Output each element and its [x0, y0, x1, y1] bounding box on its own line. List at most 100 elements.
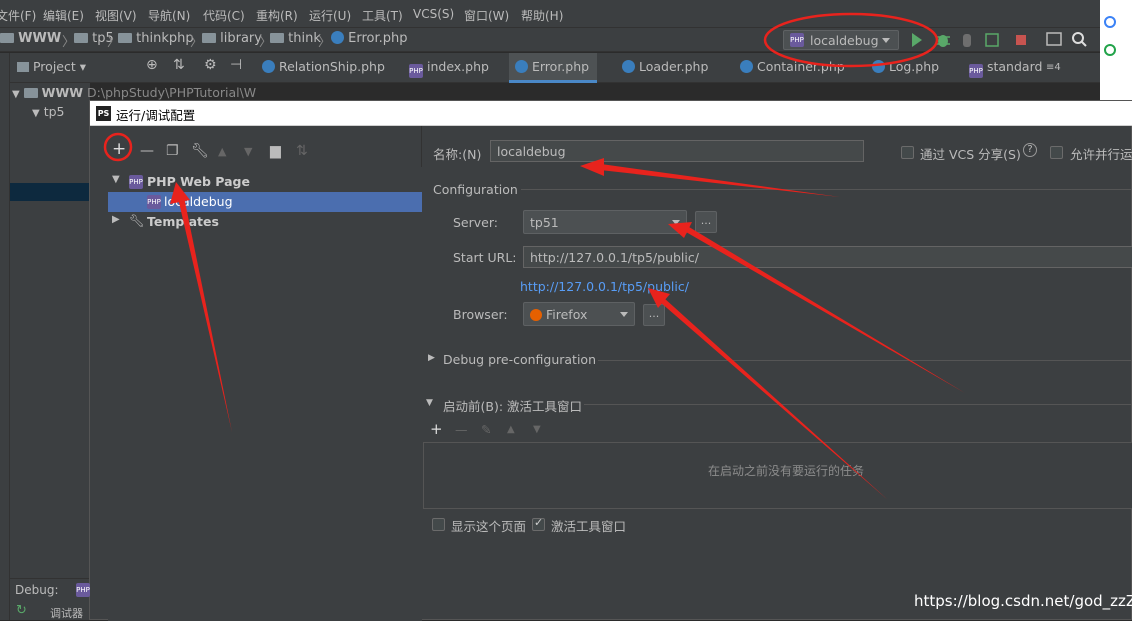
tree-selected-row[interactable] — [10, 183, 90, 201]
remove-button[interactable]: — — [140, 143, 154, 159]
empty-tasks-message: 在启动之前没有要运行的任务 — [708, 464, 865, 478]
name-field[interactable]: localdebug — [490, 140, 864, 162]
tab-standard[interactable]: PHP standard — [969, 59, 1042, 78]
stop-icon[interactable] — [1016, 35, 1026, 45]
activate-tool-window-label: 激活工具窗口 — [551, 519, 627, 534]
tab-index[interactable]: PHP index.php — [409, 59, 489, 78]
app-icon — [1104, 44, 1116, 56]
folder-icon — [118, 33, 132, 43]
menu-code[interactable]: 代码(C) — [203, 7, 245, 24]
coverage-icon[interactable] — [963, 34, 971, 47]
tab-log[interactable]: Log.php — [872, 59, 939, 74]
wrench-icon[interactable]: 🔧︎ — [191, 143, 209, 159]
activate-tool-window-checkbox[interactable] — [532, 516, 545, 531]
run-debug-config-dialog: PS 运行/调试配置 + — ❐ 🔧︎ ▲ ▼ ▆ ⇅ ▼ PHP PHP We… — [89, 100, 1132, 621]
share-vcs-checkbox[interactable] — [901, 146, 914, 159]
breadcrumb-thinkphp[interactable]: thinkphp — [118, 31, 194, 46]
breadcrumb-error-php[interactable]: Error.php — [331, 31, 408, 46]
allow-parallel-checkbox[interactable] — [1050, 146, 1063, 159]
menu-refactor[interactable]: 重构(R) — [256, 7, 298, 24]
rerun-icon[interactable]: ↻ — [16, 603, 27, 618]
watermark: https://blog.csdn.net/god_zzZ — [914, 592, 1132, 610]
breadcrumb-library[interactable]: library — [202, 31, 262, 46]
server-select[interactable]: tp51 — [523, 210, 687, 234]
collapse-icon[interactable]: ▼ — [426, 398, 433, 408]
debugger-tab[interactable]: 调试器 — [50, 605, 83, 621]
hide-icon[interactable]: ⊣ — [230, 57, 242, 73]
browser-label: Browser: — [453, 307, 508, 322]
tree-root[interactable]: ▼ WWW D:\phpStudy\PHPTutorial\W — [12, 85, 256, 100]
tab-container[interactable]: Container.php — [740, 59, 845, 74]
menu-help[interactable]: 帮助(H) — [521, 7, 563, 24]
expand-icon: ▼ — [12, 89, 20, 100]
before-launch-task-list: 在启动之前没有要运行的任务 — [423, 442, 1132, 509]
search-icon[interactable] — [1072, 32, 1087, 47]
start-url-field[interactable]: http://127.0.0.1/tp5/public/ — [523, 246, 1132, 268]
tab-loader[interactable]: Loader.php — [622, 59, 708, 74]
breadcrumb-www[interactable]: WWW — [0, 31, 61, 46]
right-toolbar — [1046, 32, 1087, 47]
debug-panel-header: Debug: PHP — [10, 578, 90, 602]
tab-overflow-button[interactable]: ≡4 — [1046, 62, 1061, 73]
folder-icon — [74, 33, 88, 43]
browser-value: Firefox — [546, 307, 588, 322]
tree-group-php-web-page[interactable]: ▼ PHP PHP Web Page — [108, 172, 422, 192]
add-task-button[interactable]: + — [430, 420, 443, 438]
project-view-selector[interactable]: Project ▾ — [17, 59, 86, 74]
show-page-checkbox[interactable] — [432, 518, 445, 531]
config-list-panel: + — ❐ 🔧︎ ▲ ▼ ▆ ⇅ ▼ PHP PHP Web Page PHP … — [90, 126, 422, 621]
menu-vcs[interactable]: VCS(S) — [413, 7, 454, 21]
edit-task-icon[interactable]: ✎ — [481, 422, 491, 437]
profile-icon[interactable] — [985, 33, 999, 47]
collapse-icon[interactable]: ⇅ — [173, 57, 185, 73]
class-icon — [262, 60, 275, 73]
configuration-section-title: Configuration — [433, 182, 518, 197]
move-down-icon[interactable]: ▼ — [533, 424, 541, 435]
debug-preconfig-toggle[interactable]: Debug pre-configuration — [443, 352, 596, 367]
gear-icon[interactable]: ⚙ — [204, 57, 217, 73]
menu-navigate[interactable]: 导航(N) — [148, 7, 190, 24]
menu-window[interactable]: 窗口(W) — [464, 7, 509, 24]
menu-view[interactable]: 视图(V) — [95, 7, 137, 24]
move-down-icon[interactable]: ▼ — [244, 145, 252, 158]
expand-icon: ▶ — [112, 214, 120, 225]
expand-icon: ▼ — [112, 174, 120, 185]
expand-icon[interactable]: ▶ — [428, 353, 435, 363]
divider — [598, 360, 1132, 361]
tree-templates[interactable]: ▶ 🔧︎ Templates — [108, 212, 422, 232]
expand-icon: ▼ — [32, 108, 40, 119]
tab-relationship[interactable]: RelationShip.php — [262, 59, 385, 74]
run-config-selector[interactable]: PHP localdebug — [783, 30, 899, 50]
menu-run[interactable]: 运行(U) — [309, 7, 351, 24]
tree-item-localdebug[interactable]: PHP localdebug — [108, 192, 422, 212]
php-icon: PHP — [790, 33, 804, 47]
crosshair-icon[interactable]: ⊕ — [146, 57, 158, 73]
copy-icon[interactable]: ❐ — [166, 143, 179, 159]
menu-tools[interactable]: 工具(T) — [362, 7, 403, 24]
help-icon[interactable]: ? — [1023, 143, 1037, 157]
sort-icon[interactable]: ⇅ — [296, 143, 308, 159]
browser-select[interactable]: Firefox — [523, 302, 635, 326]
php-icon: PHP — [969, 64, 983, 78]
tab-error[interactable]: Error.php — [509, 53, 598, 83]
wrench-icon: 🔧︎ — [129, 213, 145, 228]
start-url-link[interactable]: http://127.0.0.1/tp5/public/ — [520, 279, 689, 294]
move-up-icon[interactable]: ▲ — [507, 424, 515, 435]
layout-icon[interactable] — [1046, 32, 1062, 46]
add-button[interactable]: + — [112, 139, 126, 159]
move-up-icon[interactable]: ▲ — [218, 145, 226, 158]
menu-file[interactable]: 文件(F) — [0, 7, 36, 24]
new-folder-icon[interactable]: ▆ — [270, 143, 281, 159]
config-tree: ▼ PHP PHP Web Page PHP localdebug ▶ 🔧︎ T… — [108, 167, 422, 621]
browser-browse-button[interactable]: ... — [643, 304, 665, 326]
server-browse-button[interactable]: ... — [695, 211, 717, 233]
run-icon[interactable] — [912, 33, 922, 47]
debug-icon[interactable] — [936, 35, 950, 47]
php-icon: PHP — [76, 583, 90, 597]
menu-edit[interactable]: 编辑(E) — [43, 7, 84, 24]
tree-tp5[interactable]: ▼ tp5 — [32, 104, 64, 119]
before-launch-toggle[interactable]: 启动前(B): 激活工具窗口 — [443, 396, 582, 415]
breadcrumb-think[interactable]: think — [270, 31, 321, 46]
remove-task-button[interactable]: — — [455, 422, 468, 437]
chevron-right-icon: 〉 — [318, 35, 332, 50]
